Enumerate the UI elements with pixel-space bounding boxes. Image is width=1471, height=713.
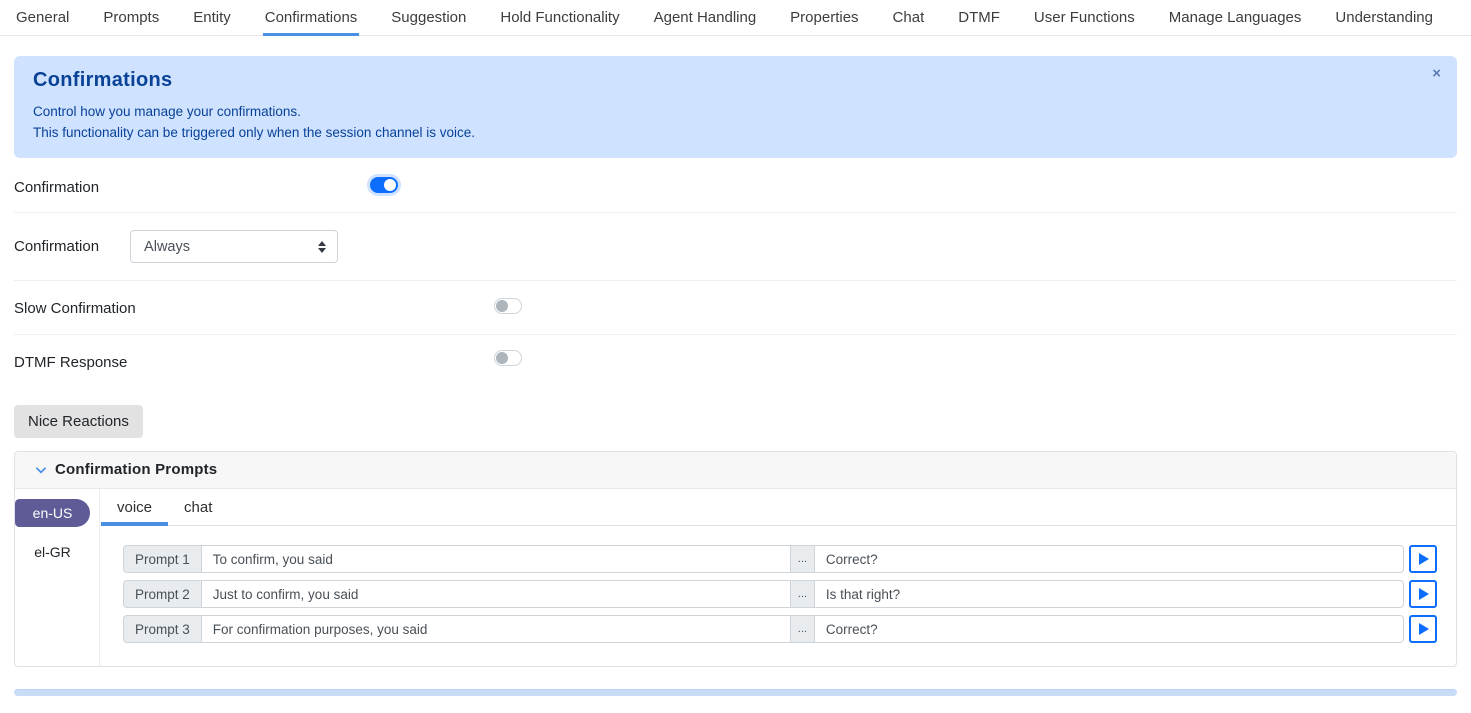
play-icon [1419, 553, 1429, 565]
tab-entity[interactable]: Entity [191, 0, 233, 36]
banner-line-1: Control how you manage your confirmation… [33, 101, 1417, 122]
slow-confirmation-row: Slow Confirmation [14, 281, 1457, 335]
prompt-1-chip: Prompt 1 [123, 545, 202, 573]
confirmation-prompts-panel: Confirmation Prompts en-US el-GR voice c… [14, 451, 1457, 667]
banner-title: Confirmations [33, 69, 1417, 92]
slow-confirmation-label: Slow Confirmation [14, 300, 136, 317]
confirmation-select[interactable]: Always [130, 230, 338, 263]
prompt-1-play-button[interactable] [1409, 545, 1437, 573]
horizontal-scrollbar[interactable] [14, 689, 1457, 696]
play-icon [1419, 588, 1429, 600]
tab-confirmations[interactable]: Confirmations [263, 0, 360, 36]
tab-understanding[interactable]: Understanding [1333, 0, 1435, 36]
prompt-1-text-input[interactable] [202, 545, 791, 573]
dtmf-response-toggle[interactable] [494, 350, 522, 366]
channel-tab-bar: voice chat [100, 489, 1456, 526]
prompt-3-chip: Prompt 3 [123, 615, 202, 643]
play-icon [1419, 623, 1429, 635]
prompt-2-play-button[interactable] [1409, 580, 1437, 608]
close-icon[interactable]: × [1432, 66, 1441, 81]
prompt-row-3: Prompt 3 ... [123, 615, 1437, 643]
confirmation-select-row: Confirmation Always [14, 213, 1457, 281]
confirmation-toggle[interactable] [370, 177, 398, 193]
nice-reactions-button[interactable]: Nice Reactions [14, 405, 143, 438]
select-updown-caret-icon [318, 241, 326, 253]
prompt-1-question-input[interactable] [815, 545, 1404, 573]
prompt-3-play-button[interactable] [1409, 615, 1437, 643]
prompt-3-question-input[interactable] [815, 615, 1404, 643]
toggle-knob [384, 179, 396, 191]
tab-manage-languages[interactable]: Manage Languages [1167, 0, 1304, 36]
language-tab-en-us[interactable]: en-US [15, 499, 90, 527]
chevron-down-icon [34, 463, 48, 477]
tab-chat[interactable]: Chat [891, 0, 927, 36]
channel-tab-chat[interactable]: chat [168, 489, 228, 526]
confirmations-info-banner: Confirmations Control how you manage you… [14, 56, 1457, 158]
panel-title: Confirmation Prompts [55, 461, 217, 478]
tab-hold-functionality[interactable]: Hold Functionality [498, 0, 621, 36]
tab-general[interactable]: General [14, 0, 71, 36]
toggle-knob [496, 352, 508, 364]
tab-dtmf[interactable]: DTMF [956, 0, 1002, 36]
slow-confirmation-toggle[interactable] [494, 298, 522, 314]
channel-tab-voice[interactable]: voice [101, 489, 168, 526]
banner-line-2: This functionality can be triggered only… [33, 122, 1417, 143]
prompt-rows: Prompt 1 ... Prompt 2 ... Prompt 3 [100, 526, 1456, 666]
dtmf-response-row: DTMF Response [14, 335, 1457, 382]
tab-suggestion[interactable]: Suggestion [389, 0, 468, 36]
panel-body: en-US el-GR voice chat Prompt 1 ... Prom… [15, 489, 1456, 666]
prompt-row-1: Prompt 1 ... [123, 545, 1437, 573]
top-tab-bar: General Prompts Entity Confirmations Sug… [0, 0, 1471, 36]
language-tab-el-gr[interactable]: el-GR [15, 538, 90, 566]
confirmation-toggle-row: Confirmation [14, 158, 1457, 213]
prompt-2-question-input[interactable] [815, 580, 1404, 608]
prompt-1-more-button[interactable]: ... [791, 545, 815, 573]
prompt-3-more-button[interactable]: ... [791, 615, 815, 643]
prompt-row-2: Prompt 2 ... [123, 580, 1437, 608]
confirmation-prompts-header[interactable]: Confirmation Prompts [15, 452, 1456, 489]
settings-section: Confirmation Confirmation Always Slow Co… [14, 158, 1457, 382]
prompt-2-chip: Prompt 2 [123, 580, 202, 608]
tab-user-functions[interactable]: User Functions [1032, 0, 1137, 36]
dtmf-response-label: DTMF Response [14, 354, 127, 371]
confirmation-select-label: Confirmation [14, 238, 99, 255]
prompt-2-text-input[interactable] [202, 580, 791, 608]
prompt-3-text-input[interactable] [202, 615, 791, 643]
tab-prompts[interactable]: Prompts [101, 0, 161, 36]
tab-properties[interactable]: Properties [788, 0, 860, 36]
toggle-knob [496, 300, 508, 312]
prompts-content: voice chat Prompt 1 ... Prompt 2 ... [100, 489, 1456, 666]
confirmation-select-value: Always [144, 239, 190, 255]
tab-agent-handling[interactable]: Agent Handling [652, 0, 759, 36]
prompt-2-more-button[interactable]: ... [791, 580, 815, 608]
confirmation-toggle-label: Confirmation [14, 179, 99, 196]
language-tabs: en-US el-GR [15, 489, 100, 666]
